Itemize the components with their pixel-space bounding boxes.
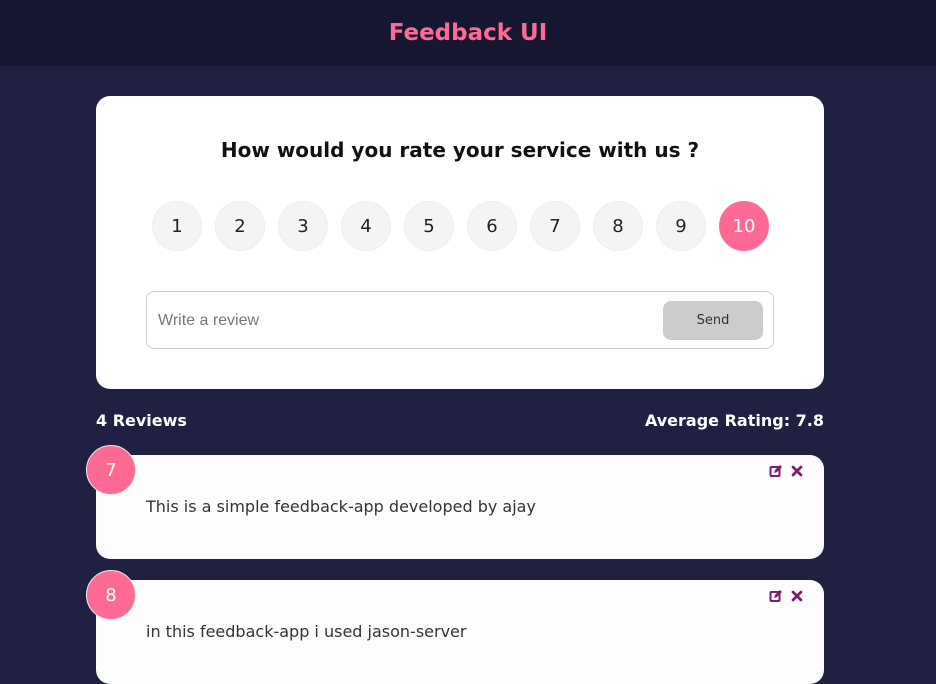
review-card-2: 8 in this feedback-app i used jason-serv… [86, 570, 824, 684]
app-title: Feedback UI [388, 20, 548, 46]
edit-icon[interactable] [769, 464, 783, 478]
rating-option-9[interactable]: 9 [656, 201, 706, 251]
edit-icon[interactable] [769, 589, 783, 603]
rating-option-6[interactable]: 6 [467, 201, 517, 251]
rating-option-2[interactable]: 2 [215, 201, 265, 251]
rating-option-3[interactable]: 3 [278, 201, 328, 251]
rating-option-1[interactable]: 1 [152, 201, 202, 251]
review-card-1: 7 This is a simple feedback-app develope… [86, 445, 824, 559]
rating-option-10[interactable]: 10 [719, 201, 769, 251]
rating-option-7[interactable]: 7 [530, 201, 580, 251]
review-text: This is a simple feedback-app developed … [146, 497, 536, 516]
rating-question: How would you rate your service with us … [220, 138, 700, 162]
average-rating: Average Rating: 7.8 [644, 411, 824, 430]
rating-card: How would you rate your service with us … [96, 96, 824, 389]
rating-options: 1 2 3 4 5 6 7 8 9 10 [152, 201, 769, 251]
review-stats: 4 Reviews Average Rating: 7.8 [96, 411, 824, 433]
review-text: in this feedback-app i used jason-server [146, 622, 467, 641]
review-input[interactable] [156, 301, 660, 341]
app-header: Feedback UI [0, 0, 936, 66]
rating-option-8[interactable]: 8 [593, 201, 643, 251]
close-icon[interactable] [790, 464, 804, 478]
reviews-count: 4 Reviews [96, 411, 187, 430]
close-icon[interactable] [790, 589, 804, 603]
rating-option-4[interactable]: 4 [341, 201, 391, 251]
review-form: Send [146, 291, 774, 349]
review-rating-badge: 7 [86, 445, 136, 495]
review-actions [769, 589, 804, 603]
review-rating-badge: 8 [86, 570, 136, 620]
send-button[interactable]: Send [663, 301, 763, 340]
review-actions [769, 464, 804, 478]
rating-option-5[interactable]: 5 [404, 201, 454, 251]
